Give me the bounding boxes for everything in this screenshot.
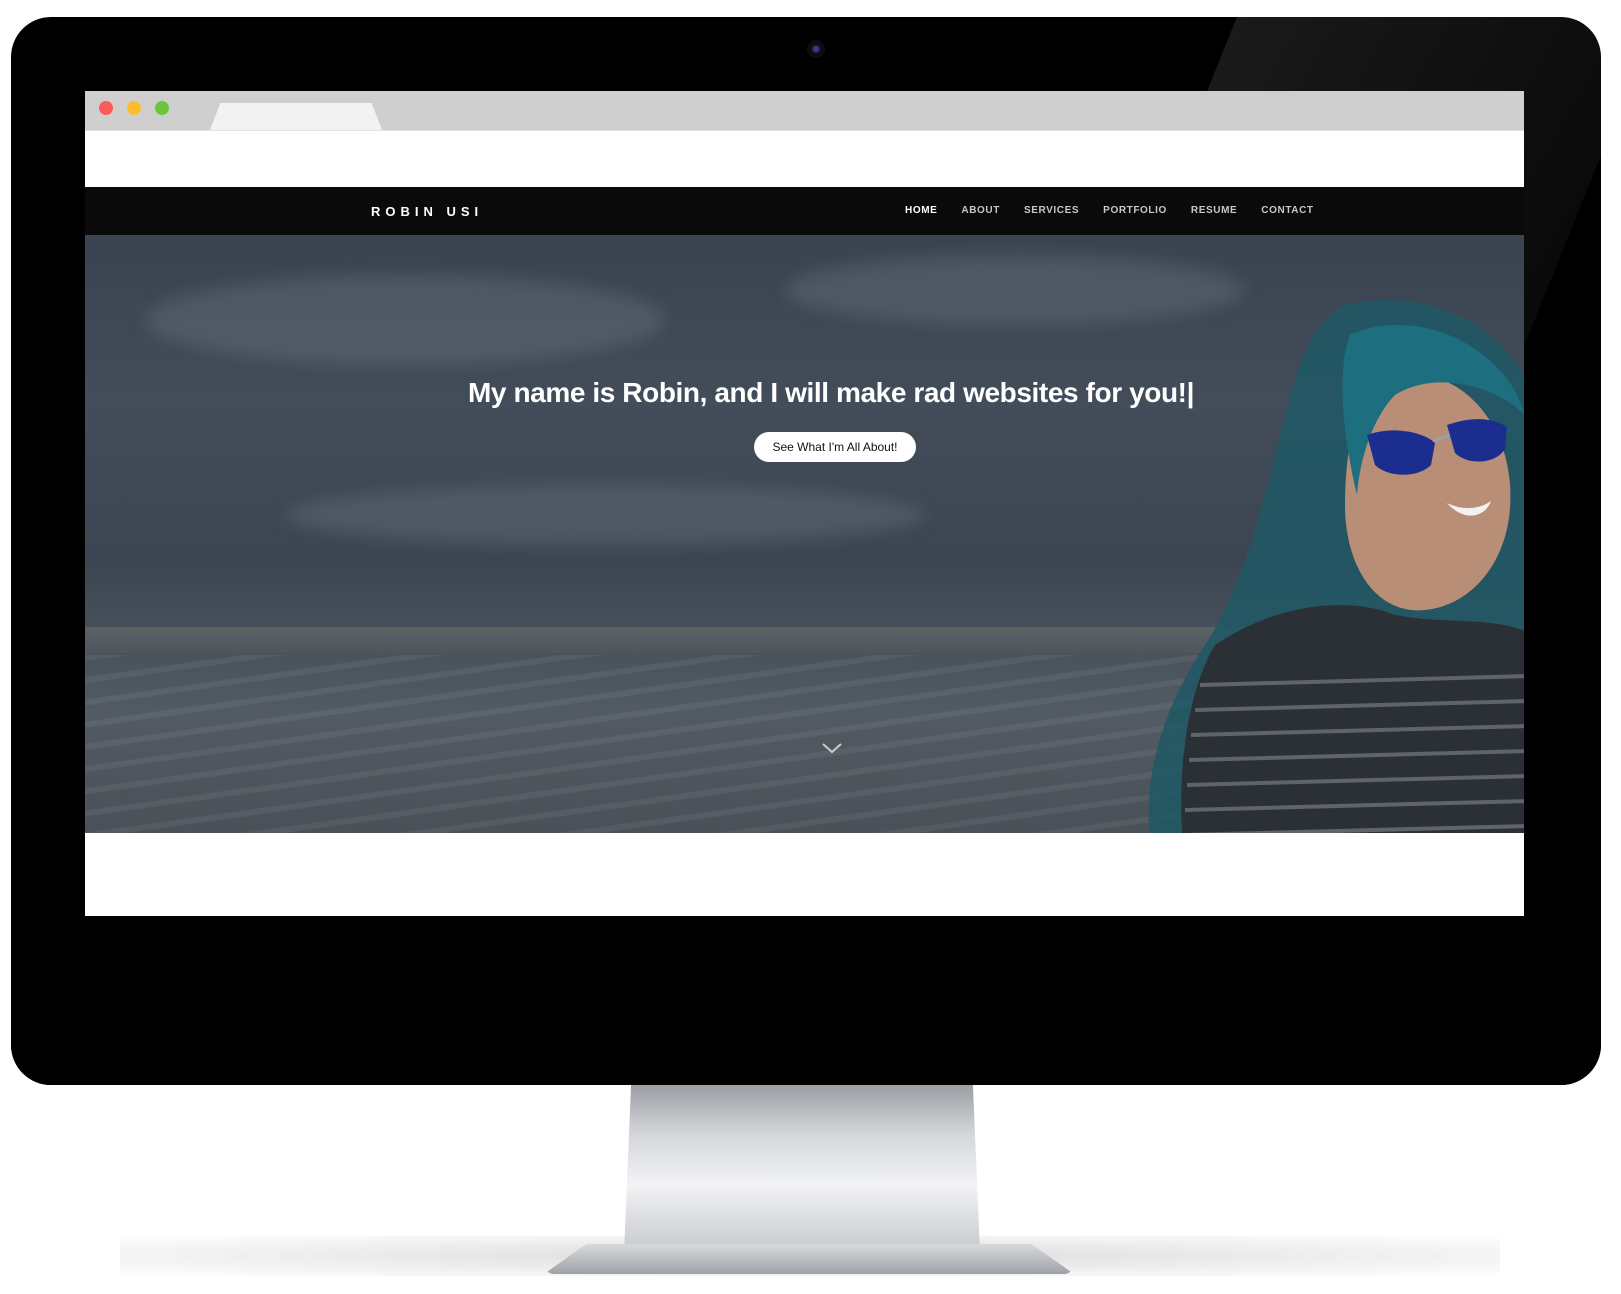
nav-item-portfolio[interactable]: PORTFOLIO	[1103, 205, 1167, 216]
minimize-window-button[interactable]	[127, 101, 141, 115]
browser-tab[interactable]	[210, 103, 382, 130]
browser-window: ROBIN USI HOME ABOUT SERVICES PORTFOLIO …	[85, 91, 1524, 990]
webcam-icon	[807, 40, 825, 58]
maximize-window-button[interactable]	[155, 101, 169, 115]
close-window-button[interactable]	[99, 101, 113, 115]
site-brand[interactable]: ROBIN USI	[371, 204, 483, 219]
hero-cloud	[145, 275, 665, 365]
hero-cta-button[interactable]: See What I'm All About!	[754, 432, 916, 462]
nav-item-resume[interactable]: RESUME	[1191, 205, 1237, 216]
nav-item-home[interactable]: HOME	[905, 205, 937, 216]
hero-heading: My name is Robin, and I will make rad we…	[467, 377, 1195, 408]
monitor-stand-base	[544, 1244, 1074, 1274]
hero-cloud	[285, 485, 925, 545]
website: ROBIN USI HOME ABOUT SERVICES PORTFOLIO …	[85, 187, 1524, 990]
nav-item-contact[interactable]: CONTACT	[1261, 205, 1313, 216]
hero-section: My name is Robin, and I will make rad we…	[85, 235, 1524, 833]
main-nav: HOME ABOUT SERVICES PORTFOLIO RESUME CON…	[905, 205, 1314, 216]
site-navbar: ROBIN USI HOME ABOUT SERVICES PORTFOLIO …	[85, 187, 1524, 235]
browser-toolbar	[85, 130, 1524, 187]
hero-portrait-image	[1148, 299, 1524, 833]
monitor-chin	[11, 916, 1601, 1085]
monitor-frame: ROBIN USI HOME ABOUT SERVICES PORTFOLIO …	[11, 17, 1601, 1085]
chevron-down-icon[interactable]	[821, 741, 843, 755]
monitor-stand-neck	[624, 1084, 980, 1252]
browser-title-bar	[85, 91, 1524, 130]
nav-item-services[interactable]: SERVICES	[1024, 205, 1079, 216]
nav-item-about[interactable]: ABOUT	[961, 205, 1000, 216]
